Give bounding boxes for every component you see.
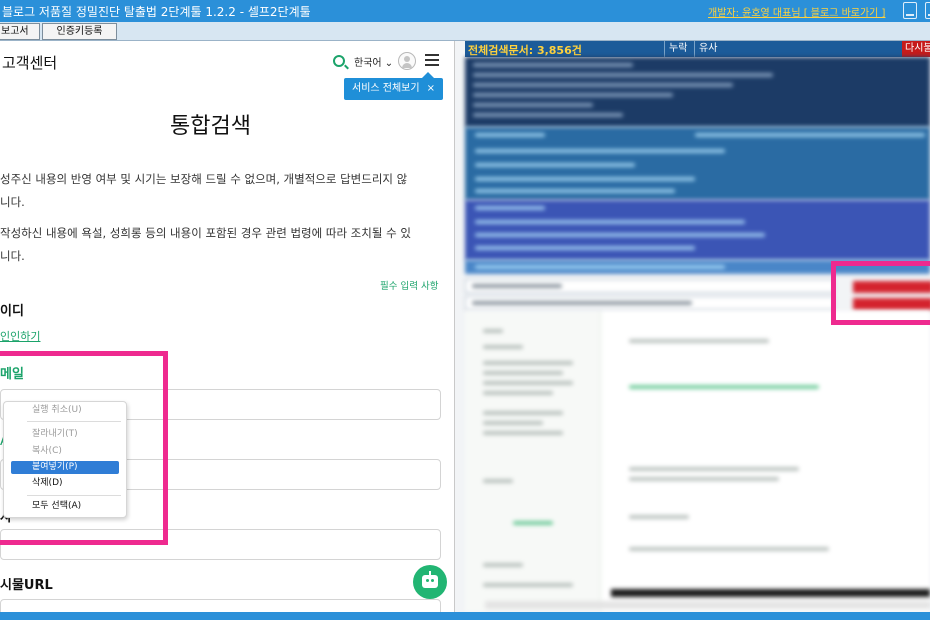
- window-titlebar: 블로그 저품질 정밀진단 탈출법 2단계툴 1.2.2 - 셀프2단계툴 개발자…: [0, 0, 930, 22]
- tooltip-text: 서비스 전체보기: [352, 83, 420, 94]
- tab-similar[interactable]: 유사: [694, 41, 721, 57]
- service-tooltip: 서비스 전체보기 ×: [344, 72, 443, 100]
- context-item-select-all[interactable]: 모두 선택(A): [11, 500, 119, 513]
- tab-license-key[interactable]: 인증키등록: [42, 23, 117, 40]
- required-note: 필수 입력 사항: [380, 281, 439, 292]
- preview-sidebar: [465, 311, 601, 612]
- tab-report[interactable]: 보고서: [0, 23, 40, 40]
- language-selector[interactable]: 한국어 ⌄: [354, 54, 393, 69]
- tab-missing[interactable]: 누락: [664, 41, 691, 57]
- chatbot-button[interactable]: [413, 565, 447, 599]
- context-item-delete[interactable]: 삭제(D): [11, 477, 119, 490]
- verify-link[interactable]: 인인하기: [0, 328, 40, 344]
- app-results-pane: 전체검색문서: 3,856건 누락 유사 다시불러: [455, 41, 930, 612]
- avatar-icon[interactable]: [398, 52, 416, 70]
- results-group-1: [465, 127, 930, 200]
- context-item-paste[interactable]: 붙여넣기(P): [11, 461, 119, 474]
- results-list: [465, 57, 930, 127]
- total-count-label: 전체검색문서: 3,856건: [468, 44, 582, 57]
- notice-paragraph-2: 작성하신 내용에 욕설, 성희롱 등의 내용이 포함된 경우 관련 법령에 따라…: [0, 222, 448, 268]
- context-item-undo[interactable]: 실행 취소(U): [11, 404, 119, 417]
- blog-id-field[interactable]: [465, 279, 835, 293]
- chevron-down-icon: ⌄: [384, 58, 394, 69]
- section-url-label: 시물URL: [0, 578, 53, 593]
- post-url-field[interactable]: [465, 296, 835, 310]
- preview-footer-bar: [611, 589, 930, 597]
- context-item-copy[interactable]: 복사(C): [11, 445, 119, 458]
- notice-paragraph-1: 성주신 내용의 반영 여부 및 시기는 보장해 드릴 수 없으며, 개별적으로 …: [0, 168, 448, 214]
- context-item-cut[interactable]: 잘라내기(T): [11, 428, 119, 441]
- preview-area: [465, 311, 930, 612]
- robot-icon: [422, 575, 438, 588]
- developer-blog-link[interactable]: 개발자: 윤호영 대표님 [ 블로그 바로가기 ]: [708, 4, 885, 19]
- results-header: 전체검색문서: 3,856건 누락 유사 다시불러: [465, 41, 930, 57]
- brand-title: 고객센터: [2, 54, 58, 72]
- notice-line: 성주신 내용의 반영 여부 및 시기는 보장해 드릴 수 없으며, 개별적으로 …: [0, 172, 408, 186]
- page-title: 통합검색: [170, 114, 251, 139]
- menu-icon[interactable]: [425, 53, 439, 67]
- preview-main: [611, 311, 930, 612]
- window-control-icon[interactable]: [925, 2, 930, 19]
- minimize-icon[interactable]: [903, 2, 917, 19]
- results-group-2: [465, 200, 930, 260]
- window-bottom-bar: [0, 612, 930, 620]
- close-icon[interactable]: ×: [427, 83, 435, 94]
- section-id-label: 이디: [0, 304, 24, 319]
- toolbar: 보고서 인증키등록: [0, 22, 930, 41]
- webpage-pane: 고객센터 한국어 ⌄ 서비스 전체보기 × 통합검색 성주신 내용의 반영 여부 …: [0, 41, 455, 620]
- search-icon[interactable]: [333, 55, 345, 67]
- notice-line: 니다.: [0, 249, 25, 263]
- horizontal-scrollbar[interactable]: [485, 601, 930, 609]
- highlight-box-right: [831, 261, 930, 325]
- language-label: 한국어: [354, 58, 382, 69]
- notice-line: 니다.: [0, 195, 25, 209]
- context-menu: 실행 취소(U) 잘라내기(T) 복사(C) 붙여넣기(P) 삭제(D) 모두 …: [3, 401, 127, 518]
- notice-line: 작성하신 내용에 욕설, 성희롱 등의 내용이 포함된 경우 관련 법령에 따라…: [0, 226, 411, 240]
- window-title: 블로그 저품질 정밀진단 탈출법 2단계툴 1.2.2 - 셀프2단계툴: [2, 5, 311, 19]
- reload-button[interactable]: 다시불러: [902, 41, 930, 57]
